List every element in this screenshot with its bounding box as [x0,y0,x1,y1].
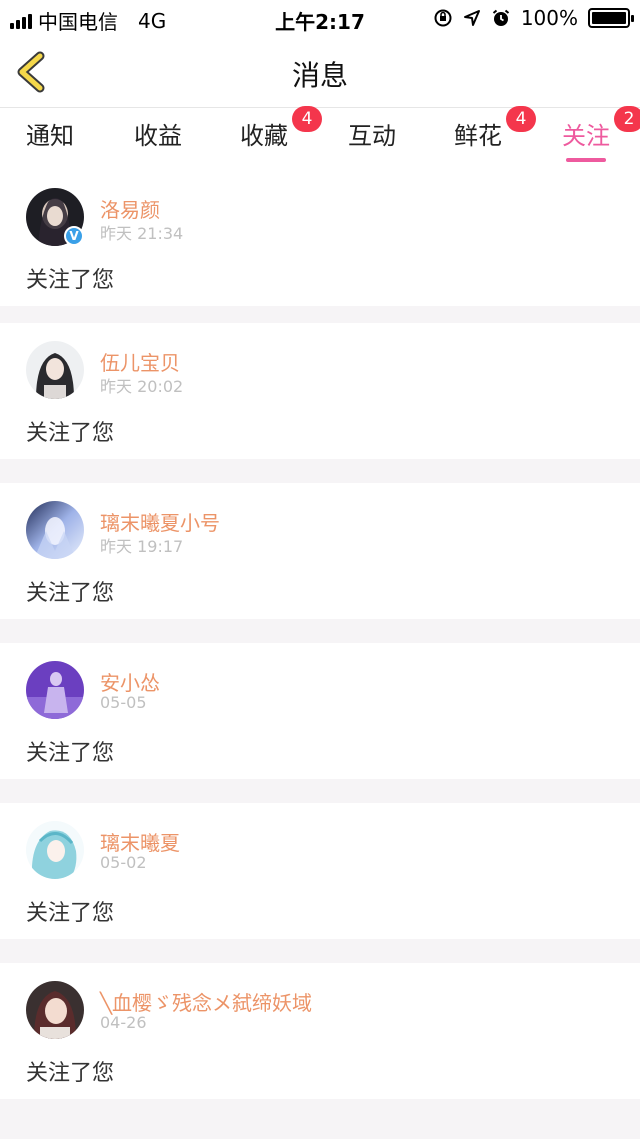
rotation-lock-icon [434,9,452,27]
tab-favorites[interactable]: 收藏 4 [240,106,322,151]
alarm-icon [492,9,509,26]
avatar[interactable] [26,661,84,719]
unread-badge: 2 [614,106,640,132]
location-icon [463,10,480,26]
message-text: 关注了您 [26,421,115,446]
tab-flowers[interactable]: 鲜花 4 [454,106,536,151]
message-text: 关注了您 [26,741,115,766]
tab-follows[interactable]: 关注 2 [562,106,640,162]
user-name[interactable]: 安小怂 [100,667,160,696]
tab-label: 关注 [562,122,610,150]
unread-badge: 4 [506,106,536,132]
list-item[interactable]: 璃末曦夏 05-02 关注了您 [0,803,640,939]
tab-bar: 通知 收益 收藏 4 互动 鲜花 4 关注 2 [0,106,640,170]
avatar[interactable] [26,821,84,879]
battery-icon [588,8,634,28]
avatar[interactable] [26,981,84,1039]
message-text: 关注了您 [26,581,115,606]
tab-notifications[interactable]: 通知 [26,116,74,151]
page-title: 消息 [291,59,348,92]
message-text: 关注了您 [26,901,115,926]
list-item[interactable]: 璃末曦夏小号 昨天 19:17 关注了您 [0,483,640,619]
unread-badge: 4 [292,106,322,132]
user-name[interactable]: 洛易颜 [100,194,160,223]
list-item[interactable]: 安小怂 05-05 关注了您 [0,643,640,779]
timestamp: 昨天 20:02 [100,377,184,396]
list-item[interactable]: 伍儿宝贝 昨天 20:02 关注了您 [0,323,640,459]
tab-label: 互动 [348,122,396,150]
user-name[interactable]: 伍儿宝贝 [100,347,180,376]
timestamp: 04-26 [100,1013,147,1032]
timestamp: 昨天 19:17 [100,537,184,556]
timestamp: 昨天 21:34 [100,224,184,243]
tab-label: 收藏 [240,122,288,150]
avatar[interactable] [26,341,84,399]
timestamp: 05-02 [100,853,147,872]
message-text: 关注了您 [26,1061,115,1086]
status-bar: 中国电信 4G 上午2:17 100% [0,0,640,36]
status-right: 100% [433,6,634,30]
list-item[interactable]: ╲血樱ゞ残念メ弑缔妖域 04-26 关注了您 [0,963,640,1099]
tab-label: 鲜花 [454,122,502,150]
active-tab-indicator [566,158,606,162]
tab-label: 通知 [26,122,74,150]
battery-fill [592,12,626,24]
user-name[interactable]: 璃末曦夏小号 [100,507,220,536]
tab-earnings[interactable]: 收益 [134,116,182,151]
timestamp: 05-05 [100,693,147,712]
list-item[interactable]: V 洛易颜 昨天 21:34 关注了您 [0,170,640,306]
battery-percent: 100% [520,6,578,30]
nav-bar: 消息 [0,36,640,108]
avatar[interactable] [26,501,84,559]
tab-interactions[interactable]: 互动 [348,116,396,151]
message-text: 关注了您 [26,268,115,293]
tab-label: 收益 [134,122,182,150]
user-name[interactable]: 璃末曦夏 [100,827,180,856]
user-name[interactable]: ╲血樱ゞ残念メ弑缔妖域 [100,987,312,1016]
verified-icon: V [64,226,84,246]
